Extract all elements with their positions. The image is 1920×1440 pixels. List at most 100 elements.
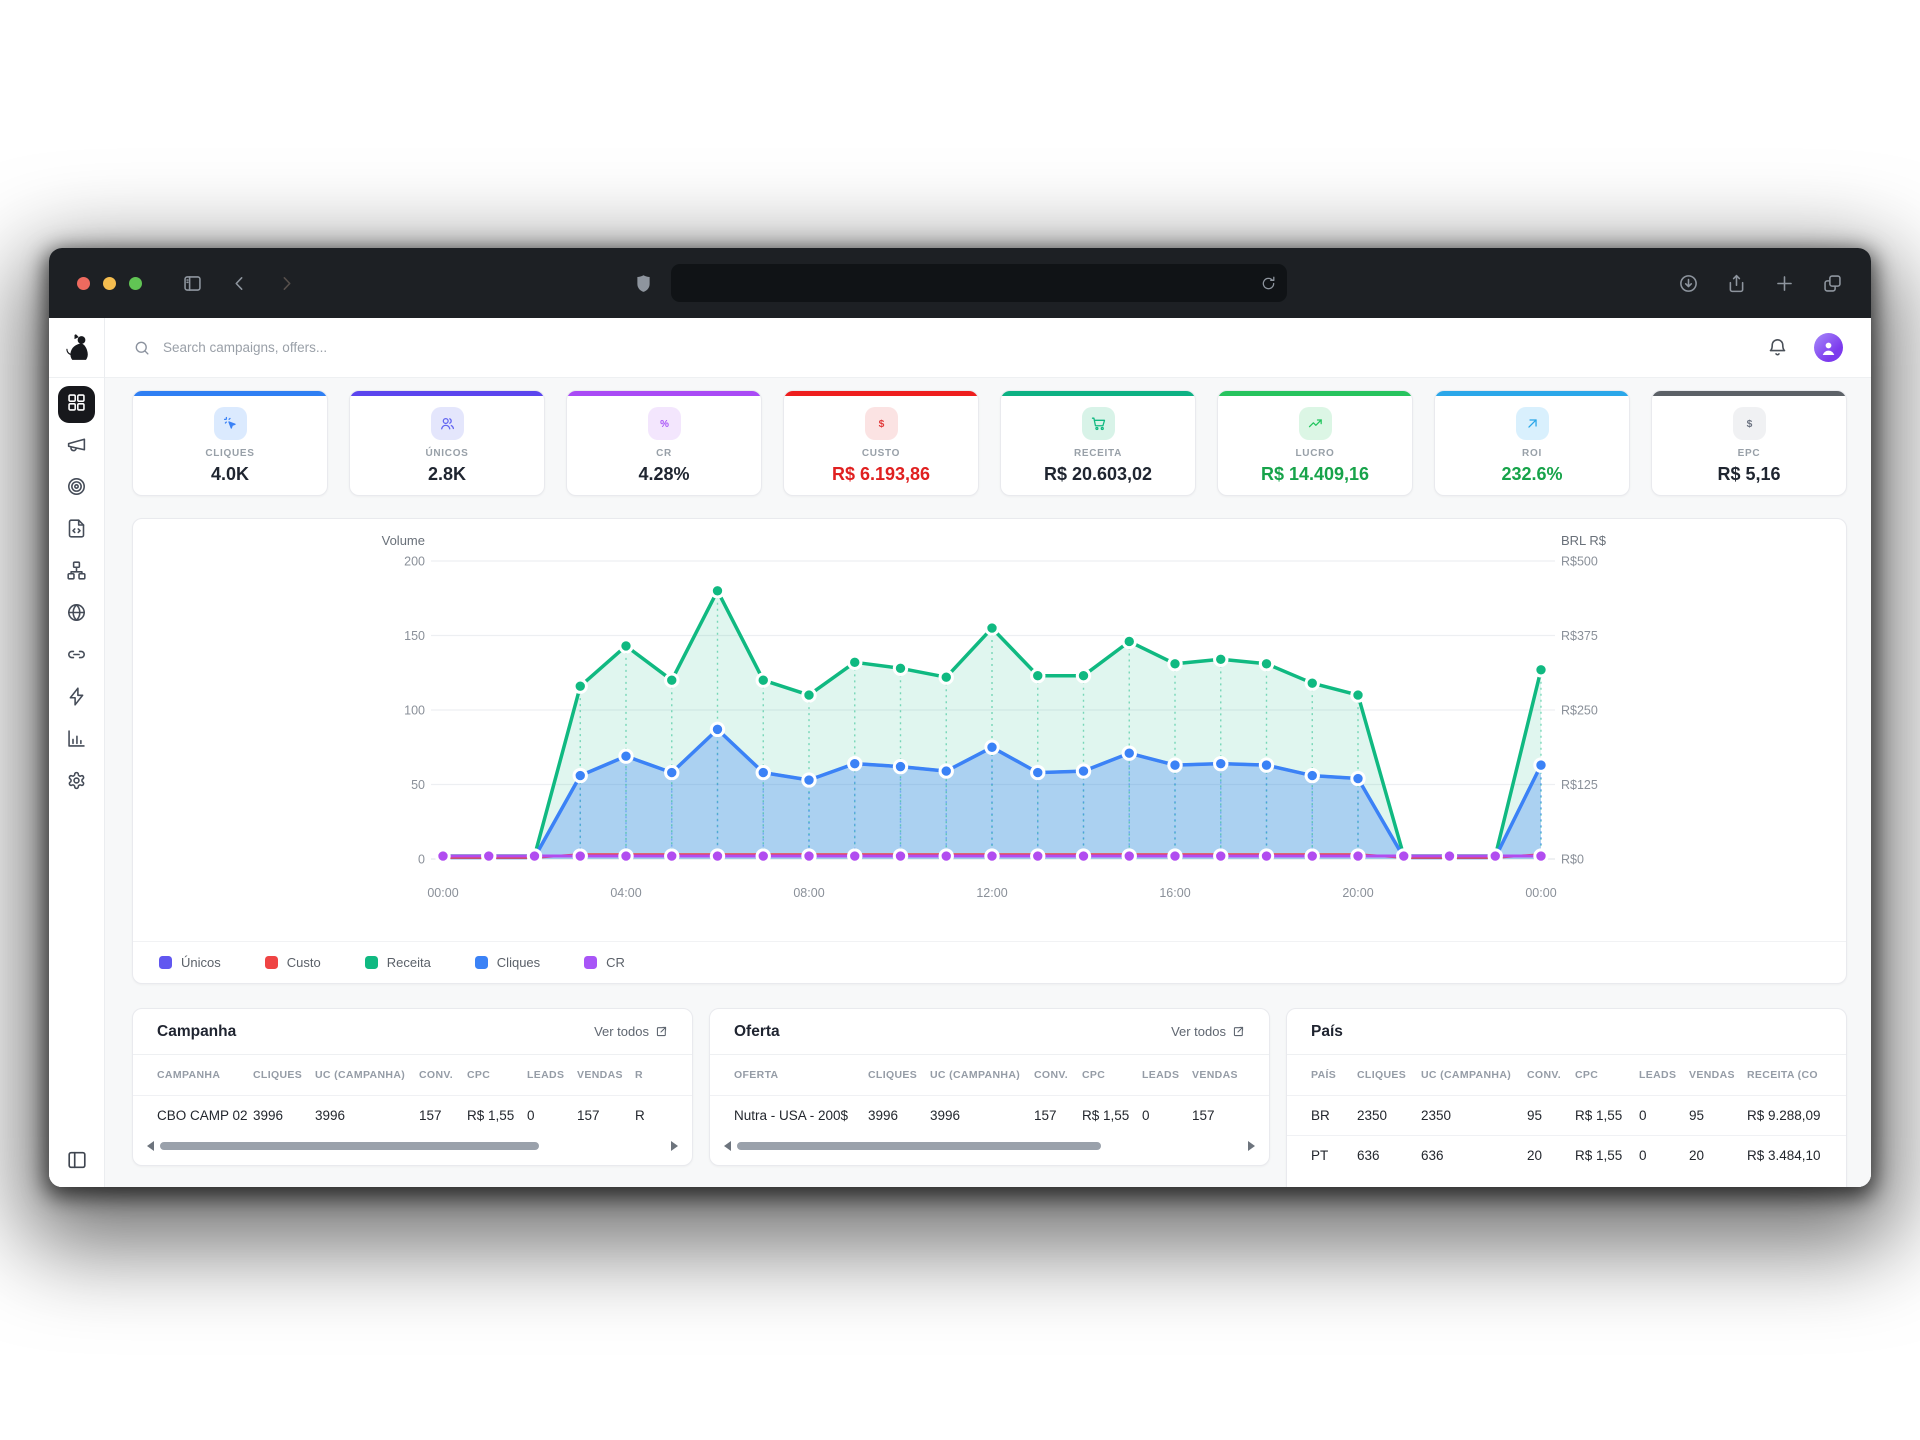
stat-accent-bar (1001, 391, 1195, 396)
share-icon[interactable] (1726, 273, 1747, 294)
stat-card-lucro[interactable]: LUCROR$ 14.409,16 (1217, 390, 1413, 496)
dog-logo-icon[interactable] (49, 318, 104, 378)
ver-todos-label: Ver todos (594, 1024, 649, 1039)
stat-card-epc[interactable]: $EPCR$ 5,16 (1651, 390, 1847, 496)
ver-todos-link[interactable]: Ver todos (1171, 1024, 1245, 1039)
legend-item-custo[interactable]: Custo (265, 955, 321, 970)
search-icon (133, 339, 151, 357)
table-cell: R$ 1,55 (467, 1108, 527, 1123)
table-row[interactable]: BR2350235095R$ 1,55095R$ 9.288,09 (1287, 1095, 1846, 1135)
scroll-left-arrow[interactable] (724, 1141, 731, 1151)
column-header: CLIQUES (868, 1069, 930, 1081)
sidebar-item-landing-pages[interactable] (58, 512, 95, 549)
table-cell: 20 (1689, 1148, 1747, 1163)
panel-sidebar-icon[interactable] (182, 273, 203, 294)
avatar[interactable] (1814, 333, 1843, 362)
url-bar[interactable] (671, 264, 1287, 302)
scrollbar-track[interactable] (737, 1142, 1242, 1150)
table-column-headers: OFERTACLIQUESUC (CAMPANHA)CONV.CPCLEADSV… (710, 1055, 1269, 1095)
minimize-window-button[interactable] (103, 277, 116, 290)
globe-icon (66, 602, 87, 628)
sidebar-item-reports[interactable] (58, 722, 95, 759)
scrollbar-thumb[interactable] (160, 1142, 539, 1150)
legend-item-cr[interactable]: CR (584, 955, 625, 970)
scroll-right-arrow[interactable] (1248, 1141, 1255, 1151)
scroll-right-arrow[interactable] (671, 1141, 678, 1151)
sidebar-item-domains[interactable] (58, 596, 95, 633)
x-axis-tick: 16:00 (1159, 886, 1190, 900)
column-header: LEADS (527, 1069, 577, 1081)
table-row[interactable]: CBO CAMP 0239963996157R$ 1,550157R (133, 1095, 692, 1135)
stat-card-únicos[interactable]: ÚNICOS2.8K (349, 390, 545, 496)
table-cell: 95 (1689, 1108, 1747, 1123)
legend-item-únicos[interactable]: Únicos (159, 955, 221, 970)
column-header: UC (CAMPANHA) (930, 1069, 1034, 1081)
search-input[interactable]: Search campaigns, offers... (133, 339, 327, 357)
panel-left-icon[interactable] (66, 1149, 88, 1171)
traffic-lights (77, 277, 142, 290)
stat-value: R$ 20.603,02 (1044, 464, 1152, 485)
table-cell: R$ 1,55 (1575, 1148, 1639, 1163)
browser-titlebar (49, 248, 1871, 318)
horizontal-scrollbar[interactable] (147, 1137, 678, 1155)
legend-item-receita[interactable]: Receita (365, 955, 431, 970)
column-header: CONV. (419, 1069, 467, 1081)
volume-revenue-chart[interactable]: 200R$500150R$375100R$25050R$1250R$0Volum… (133, 519, 1846, 941)
zap-icon (66, 686, 87, 712)
ver-todos-link[interactable]: Ver todos (594, 1024, 668, 1039)
table-cell: BR (1311, 1108, 1357, 1123)
sidebar-item-offers[interactable] (58, 470, 95, 507)
stat-label: CLIQUES (205, 448, 254, 459)
table-cell: 3996 (930, 1108, 1034, 1123)
download-circle-icon[interactable] (1678, 273, 1699, 294)
table-row[interactable]: Nutra - USA - 200$39963996157R$ 1,550157 (710, 1095, 1269, 1135)
legend-item-cliques[interactable]: Cliques (475, 955, 540, 970)
legend-label: Únicos (181, 955, 221, 970)
legend-label: Custo (287, 955, 321, 970)
legend-swatch (365, 956, 378, 969)
stat-card-cr[interactable]: %CR4.28% (566, 390, 762, 496)
sidebar-item-links[interactable] (58, 638, 95, 675)
stat-card-custo[interactable]: $CUSTOR$ 6.193,86 (783, 390, 979, 496)
maximize-window-button[interactable] (129, 277, 142, 290)
table-cell: 2350 (1357, 1108, 1421, 1123)
column-header: OFERTA (734, 1069, 868, 1081)
stat-card-receita[interactable]: RECEITAR$ 20.603,02 (1000, 390, 1196, 496)
chevron-left-icon[interactable] (229, 273, 250, 294)
sidebar-item-dashboard[interactable] (58, 386, 95, 423)
column-header: CAMPANHA (157, 1069, 253, 1081)
cursor-click-icon (214, 407, 247, 440)
table-title: Campanha (157, 1023, 236, 1041)
sidebar-item-automation[interactable] (58, 680, 95, 717)
svg-text:$: $ (1746, 419, 1752, 430)
bell-icon[interactable] (1767, 337, 1788, 358)
close-window-button[interactable] (77, 277, 90, 290)
y-axis-left-tick: 150 (404, 629, 425, 643)
legend-label: CR (606, 955, 625, 970)
stat-card-roi[interactable]: ROI232.6% (1434, 390, 1630, 496)
column-header: CONV. (1034, 1069, 1082, 1081)
table-row[interactable]: PT63663620R$ 1,55020R$ 3.484,10 (1287, 1135, 1846, 1175)
horizontal-scrollbar[interactable] (724, 1137, 1255, 1155)
shield-icon[interactable] (633, 273, 654, 294)
tabs-icon[interactable] (1822, 273, 1843, 294)
reload-icon[interactable] (1260, 275, 1277, 292)
y-axis-right-tick: R$250 (1561, 704, 1598, 718)
scroll-left-arrow[interactable] (147, 1141, 154, 1151)
column-header: CLIQUES (253, 1069, 315, 1081)
stat-card-cliques[interactable]: CLIQUES4.0K (132, 390, 328, 496)
sidebar-item-settings[interactable] (58, 764, 95, 801)
cart-icon (1082, 407, 1115, 440)
chevron-right-icon[interactable] (276, 273, 297, 294)
table-cell: 20 (1527, 1148, 1575, 1163)
legend-swatch (475, 956, 488, 969)
table-cell: Nutra - USA - 200$ (734, 1108, 868, 1123)
plus-icon[interactable] (1774, 273, 1795, 294)
scrollbar-thumb[interactable] (737, 1142, 1101, 1150)
scrollbar-track[interactable] (160, 1142, 665, 1150)
trending-up-icon (1299, 407, 1332, 440)
stat-accent-bar (784, 391, 978, 396)
sidebar-item-campaigns[interactable] (58, 428, 95, 465)
sidebar-item-flows[interactable] (58, 554, 95, 591)
column-header: UC (CAMPANHA) (315, 1069, 419, 1081)
